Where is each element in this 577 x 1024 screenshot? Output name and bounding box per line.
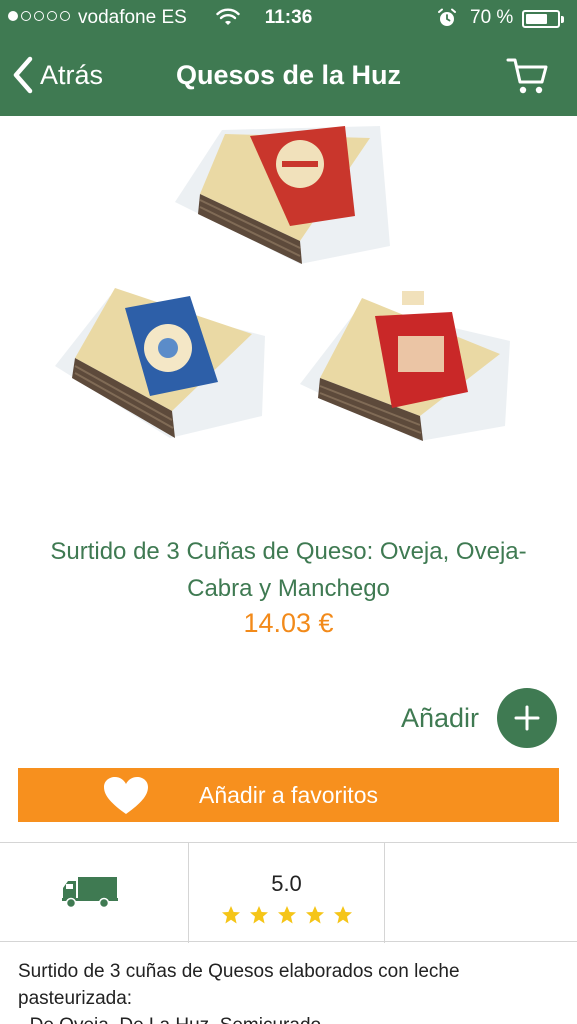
product-image — [55, 126, 510, 441]
product-name: Surtido de 3 Cuñas de Queso: Oveja, Ovej… — [50, 538, 527, 602]
description-line: Surtido de 3 cuñas de Quesos elaborados … — [18, 961, 460, 1009]
info-row: 5.0 — [0, 842, 577, 943]
product-price: 14.03 € — [243, 608, 334, 638]
star-icon — [249, 906, 268, 924]
plus-icon — [514, 705, 540, 731]
cheese-wedge-1 — [175, 126, 390, 264]
star-icon — [333, 906, 352, 924]
battery-icon — [522, 10, 564, 28]
cart-icon[interactable] — [506, 54, 550, 98]
top-bar: vodafone ES 11:36 70 % Atrás Quesos de l… — [0, 0, 577, 116]
add-to-cart-button[interactable]: Añadir — [401, 688, 557, 748]
page-title: Quesos de la Huz — [175, 60, 402, 90]
star-icon — [221, 906, 240, 924]
product-description: Surtido de 3 cuñas de Quesos elaborados … — [18, 958, 559, 1024]
star-icon — [305, 906, 324, 924]
battery-percent: 70 % — [470, 7, 514, 28]
rating-value: 5.0 — [271, 871, 302, 896]
star-icon — [277, 906, 296, 924]
rating-cell[interactable]: 5.0 — [189, 843, 385, 943]
add-label: Añadir — [400, 702, 479, 733]
plus-button[interactable] — [497, 688, 557, 748]
description-line: - De Oveja, De La Huz, Semicurado — [18, 1012, 559, 1024]
delivery-truck-icon — [62, 877, 118, 908]
rating-stars — [189, 905, 384, 925]
add-to-favorites-button[interactable]: Añadir a favoritos — [18, 768, 559, 822]
cheese-wedge-2 — [55, 288, 265, 438]
alarm-icon — [438, 8, 456, 26]
empty-cell — [385, 843, 577, 943]
navigation-bar: Atrás Quesos de la Huz — [0, 38, 577, 116]
status-bar: vodafone ES 11:36 70 % — [0, 0, 577, 38]
cheese-wedge-3 — [300, 291, 510, 441]
shipping-cell[interactable] — [0, 843, 189, 943]
favorites-label: Añadir a favoritos — [199, 782, 378, 808]
